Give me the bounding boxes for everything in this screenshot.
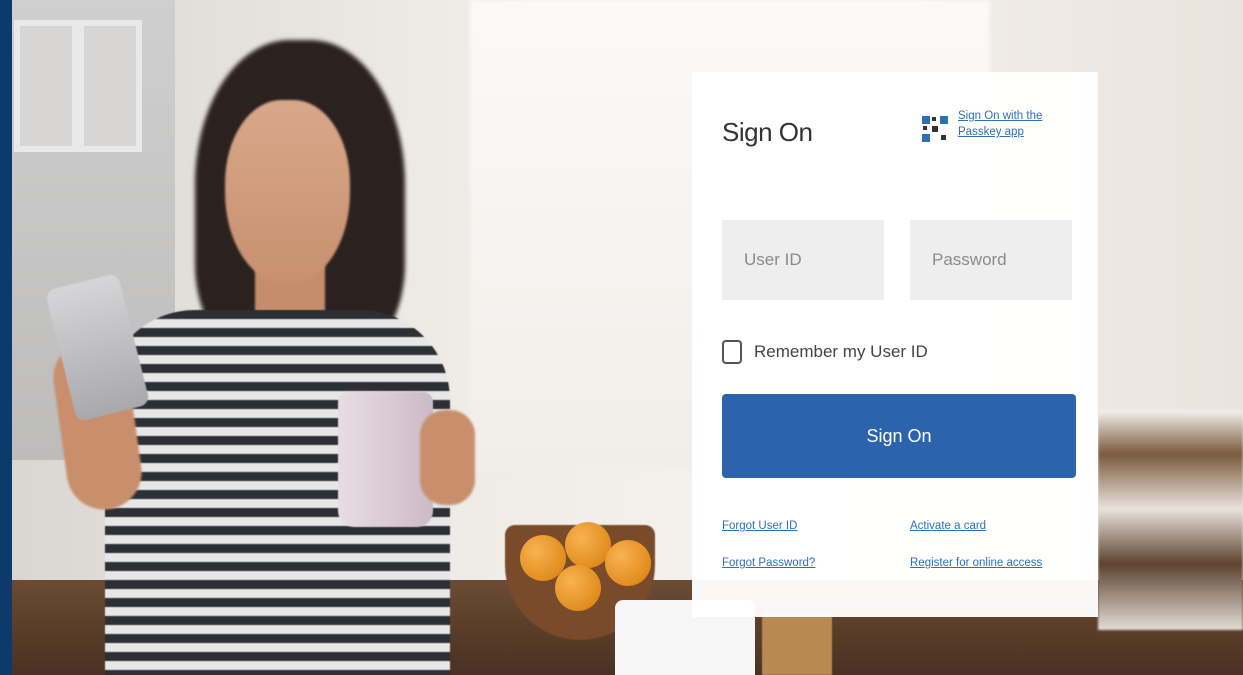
pepper-grinder (762, 612, 832, 675)
sign-on-panel: Sign On Sign On with the Passkey app Rem… (692, 72, 1098, 617)
remember-user-id: Remember my User ID (722, 340, 928, 364)
passkey-link[interactable]: Sign On with the Passkey app (958, 108, 1083, 140)
orange (555, 565, 601, 611)
woman-hand (420, 410, 475, 505)
remember-label: Remember my User ID (754, 342, 928, 361)
woman-face (225, 100, 350, 285)
shelf (1098, 410, 1243, 630)
user-id-input[interactable] (722, 220, 884, 300)
qr-code-icon (922, 116, 948, 142)
orange (605, 540, 651, 586)
sign-on-title: Sign On (722, 117, 813, 147)
passkey-signon[interactable]: Sign On with the Passkey app (920, 108, 1090, 158)
cabinet-pane (78, 20, 142, 152)
password-input[interactable] (910, 220, 1072, 300)
cabinet-pane (14, 20, 78, 152)
register-online-link[interactable]: Register for online access (910, 557, 1042, 569)
left-edge-bar (0, 0, 12, 675)
remember-checkbox[interactable] (722, 340, 742, 364)
forgot-user-id-link[interactable]: Forgot User ID (722, 520, 797, 532)
sign-on-button[interactable]: Sign On (722, 394, 1076, 478)
forgot-password-link[interactable]: Forgot Password? (722, 557, 815, 569)
activate-card-link[interactable]: Activate a card (910, 520, 986, 532)
coffee-mug (338, 392, 433, 527)
